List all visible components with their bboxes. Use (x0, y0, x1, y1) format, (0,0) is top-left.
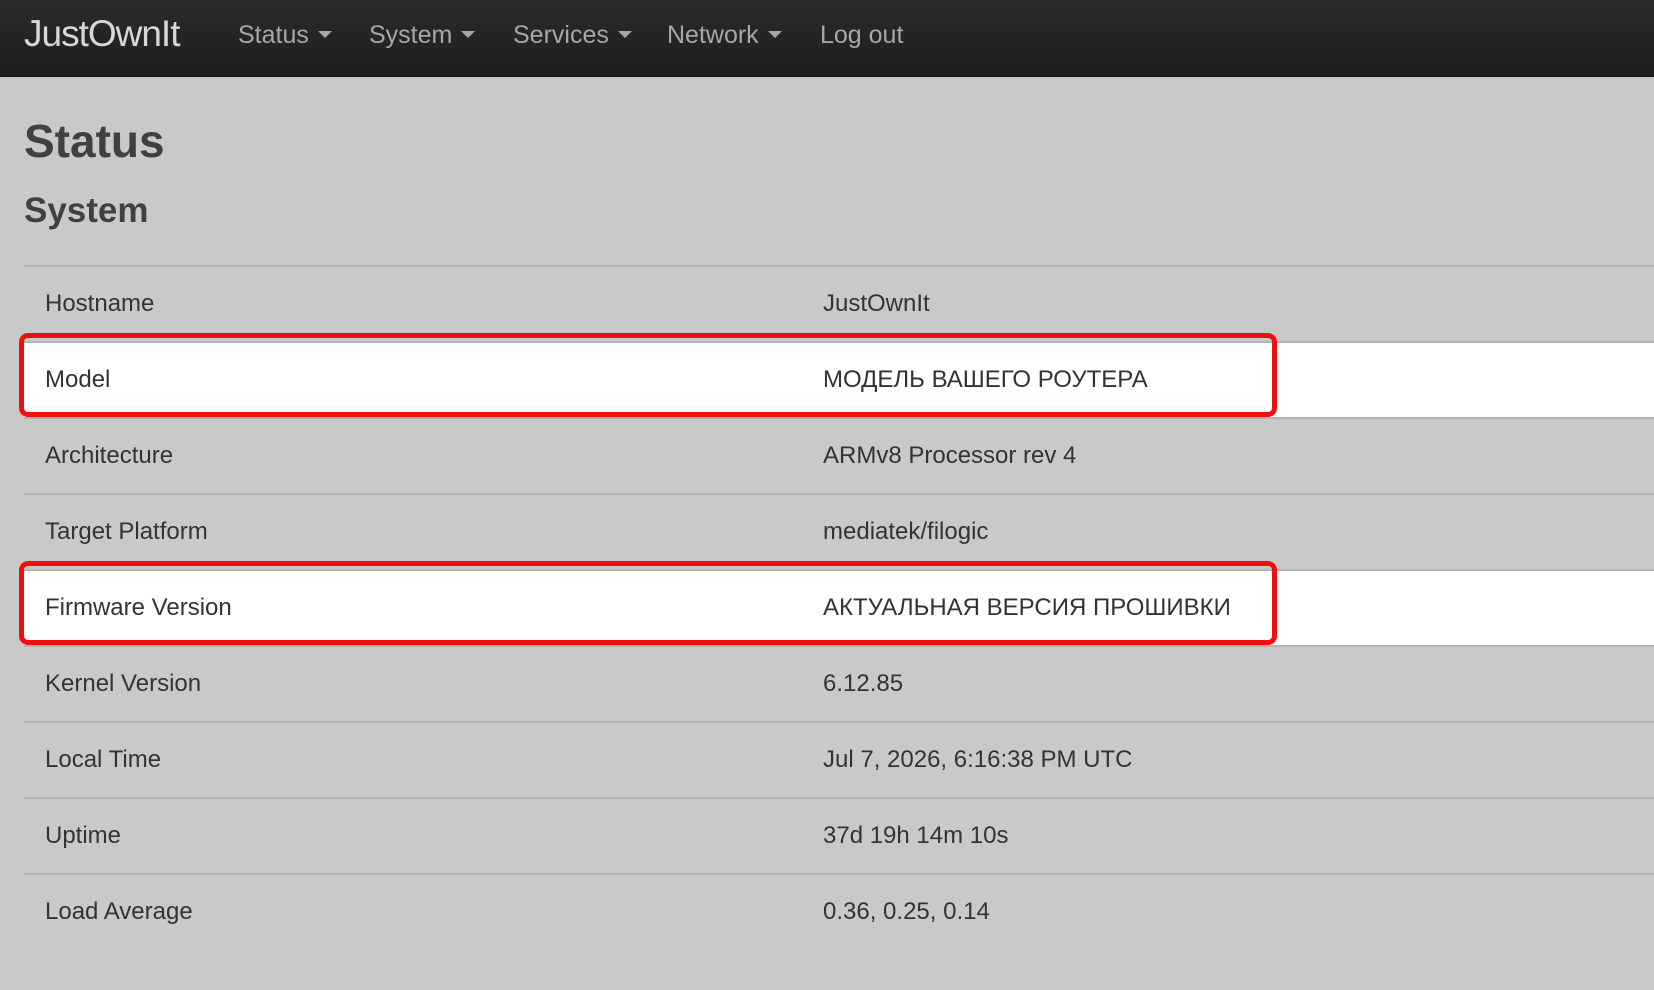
row-label: Architecture (45, 442, 174, 469)
row-value: ARMv8 Processor rev 4 (823, 442, 1077, 469)
nav-status-menu[interactable]: Status (238, 18, 332, 52)
info-row-model: Model МОДЕЛЬ ВАШЕГО РОУТЕРА (19, 333, 1654, 419)
system-info-table: Hostname JustOwnIt Model МОДЕЛЬ ВАШЕГО Р… (19, 265, 1654, 949)
row-value: 6.12.85 (823, 670, 904, 697)
row-value: Jul 7, 2026, 6:16:38 PM UTC (823, 746, 1133, 773)
nav-services-menu[interactable]: Services (513, 18, 632, 52)
info-row-kernel-version: Kernel Version 6.12.85 (24, 647, 1654, 723)
brand-logo[interactable]: JustOwnIt (24, 12, 180, 56)
top-navbar: JustOwnIt Status System Services Network… (0, 0, 1654, 77)
row-label: Uptime (45, 822, 122, 849)
info-row-local-time: Local Time Jul 7, 2026, 6:16:38 PM UTC (24, 723, 1654, 799)
row-label: Local Time (45, 746, 162, 773)
info-row-uptime: Uptime 37d 19h 14m 10s (24, 799, 1654, 875)
info-row-architecture: Architecture ARMv8 Processor rev 4 (24, 419, 1654, 495)
nav-system-label: System (369, 21, 453, 49)
row-label: Load Average (45, 898, 193, 925)
page-title: Status (24, 115, 165, 167)
info-row-load-average: Load Average 0.36, 0.25, 0.14 (24, 875, 1654, 949)
caret-down-icon (317, 30, 332, 38)
nav-logout-link[interactable]: Log out (820, 18, 903, 52)
row-value: МОДЕЛЬ ВАШЕГО РОУТЕРА (823, 366, 1148, 393)
row-value: АКТУАЛЬНАЯ ВЕРСИЯ ПРОШИВКИ (823, 594, 1231, 621)
nav-logout-label: Log out (820, 21, 904, 49)
nav-services-label: Services (513, 21, 609, 49)
caret-down-icon (767, 30, 782, 38)
row-value: mediatek/filogic (823, 518, 989, 545)
section-title-system: System (24, 191, 149, 230)
row-label: Hostname (45, 290, 155, 317)
info-row-target-platform: Target Platform mediatek/filogic (24, 495, 1654, 571)
row-value: JustOwnIt (823, 290, 930, 317)
row-label: Firmware Version (45, 594, 232, 621)
row-value: 0.36, 0.25, 0.14 (823, 898, 990, 925)
info-row-firmware-version: Firmware Version АКТУАЛЬНАЯ ВЕРСИЯ ПРОШИ… (19, 561, 1654, 647)
nav-system-menu[interactable]: System (369, 18, 476, 52)
caret-down-icon (617, 30, 632, 38)
row-value: 37d 19h 14m 10s (823, 822, 1009, 849)
nav-network-label: Network (667, 21, 759, 49)
caret-down-icon (461, 30, 476, 38)
info-row-hostname: Hostname JustOwnIt (24, 267, 1654, 343)
row-label: Model (45, 366, 111, 393)
nav-network-menu[interactable]: Network (667, 18, 782, 52)
nav-status-label: Status (238, 21, 309, 49)
row-label: Target Platform (45, 518, 208, 545)
row-label: Kernel Version (45, 670, 202, 697)
